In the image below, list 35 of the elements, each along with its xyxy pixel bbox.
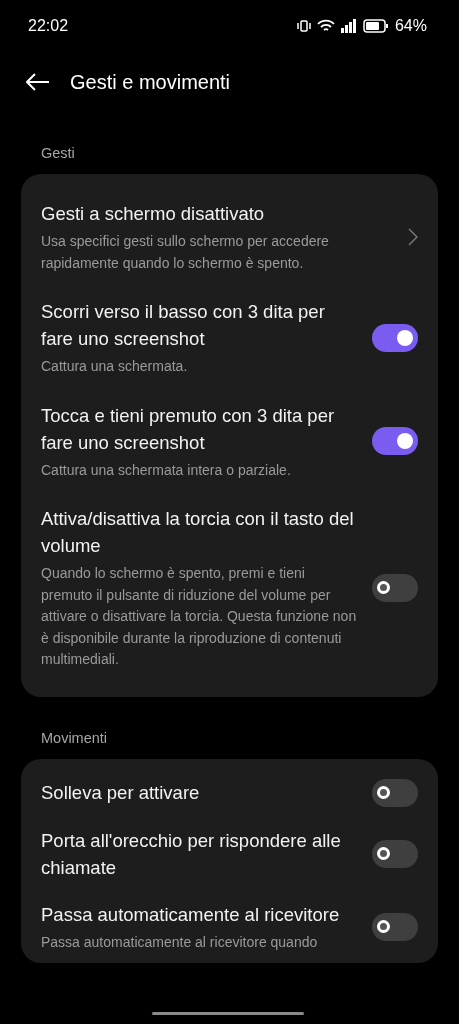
- battery-percent: 64%: [394, 17, 427, 35]
- setting-title: Scorri verso il basso con 3 dita per fare uno screenshot: [41, 300, 326, 351]
- section-label: Gesti: [40, 144, 76, 163]
- setting-title: Attiva/disattiva la torcia con il tasto del volume: [41, 507, 355, 558]
- settings-row[interactable]: Scorri verso il basso con 3 dita per fare uno screenshot Cattura una schermata.: [21, 286, 438, 390]
- setting-title: Porta all'orecchio per rispondere alle chiamate: [41, 828, 342, 880]
- setting-description: Cattura una schermata intera o parziale.: [41, 460, 292, 480]
- toggle-switch[interactable]: [372, 323, 418, 352]
- wifi-icon: [316, 19, 335, 33]
- status-time: 22:02: [28, 17, 69, 35]
- toggle-switch[interactable]: [372, 912, 418, 941]
- signal-icon: [340, 19, 357, 33]
- setting-description: Usa specifici gesti sullo schermo per accedere rapidamente quando lo schermo è spento.: [41, 232, 330, 273]
- settings-row[interactable]: Passa automaticamente al ricevitore Passa automaticamente al ricevitore quando: [21, 890, 438, 963]
- setting-description: Cattura una schermata.: [41, 357, 189, 376]
- settings-row[interactable]: Solleva per attivare: [21, 768, 438, 817]
- setting-description: Quando lo schermo è spento, premi e tieni premuto il pulsante di riduzione del volume per attivare o disattivare la torcia. Questa funzione non è disponibile durante la riproduzione di contenuti multimediali.: [41, 564, 358, 669]
- toggle-switch[interactable]: [372, 427, 418, 456]
- setting-title: Solleva per attivare: [41, 781, 201, 805]
- toggle-switch[interactable]: [372, 778, 418, 807]
- settings-row[interactable]: Tocca e tieni premuto con 3 dita per fare uno screenshot Cattura una schermata intera o parziale.: [21, 389, 438, 493]
- settings-row[interactable]: Gesti a schermo disattivato Usa specifici gesti sullo schermo per accedere rapidamente quando lo schermo è spento.: [21, 188, 438, 286]
- toggle-switch[interactable]: [372, 839, 418, 868]
- settings-row[interactable]: Porta all'orecchio per rispondere alle chiamate: [21, 816, 438, 891]
- setting-title: Gesti a schermo disattivato: [41, 202, 266, 226]
- toggle-switch[interactable]: [372, 573, 418, 602]
- back-arrow-icon[interactable]: [26, 73, 50, 91]
- section-label: Movimenti: [40, 728, 109, 748]
- setting-description: Passa automaticamente al ricevitore quando: [41, 932, 319, 952]
- page-title: Gesti e movimenti: [70, 70, 231, 94]
- setting-title: Tocca e tieni premuto con 3 dita per fare uno screenshot: [41, 403, 336, 455]
- setting-title: Passa automaticamente al ricevitore: [41, 902, 341, 927]
- vibrate-icon: [296, 19, 311, 33]
- chevron-right-icon: [408, 228, 418, 246]
- battery-icon: [362, 19, 389, 33]
